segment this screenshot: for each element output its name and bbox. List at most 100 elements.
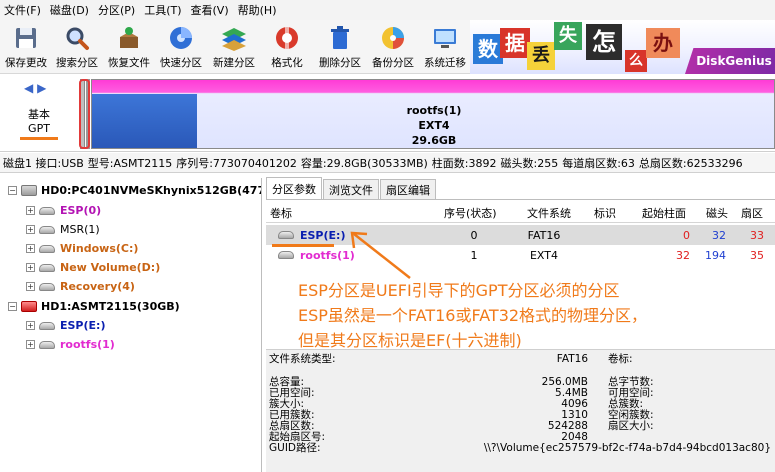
tree-disk-hd0[interactable]: − HD0:PC401NVMeSKhynix512GB(477G xyxy=(8,181,262,200)
banner-char: 数 xyxy=(473,34,503,64)
partition-table-header: 卷标 序号(状态) 文件系统 标识 起始柱面 磁头 扇区 xyxy=(266,203,775,223)
tree-partition-recovery[interactable]: + Recovery(4) xyxy=(26,277,135,296)
quick-partition-icon xyxy=(170,27,192,49)
fs-type-value: FAT16 xyxy=(556,353,588,365)
backup-partition-label: 备份分区 xyxy=(372,57,414,69)
disk-map: ◀ ▶ 基本 GPT rootfs(1) EXT4 29.6GB xyxy=(0,75,775,152)
col-header-start-cyl[interactable]: 起始柱面 xyxy=(642,203,686,223)
menu-tools[interactable]: 工具(T) xyxy=(144,2,190,18)
tree-partition-newvolume[interactable]: + New Volume(D:) xyxy=(26,258,160,277)
menu-partition[interactable]: 分区(P) xyxy=(98,2,144,18)
system-migration-button[interactable]: 系统迁移 xyxy=(419,22,471,72)
selected-partition-outline xyxy=(79,79,90,149)
expand-icon[interactable]: + xyxy=(26,225,35,234)
banner-char: 据 xyxy=(500,28,530,58)
collapse-icon[interactable]: − xyxy=(8,302,17,311)
col-header-label[interactable]: 卷标 xyxy=(270,203,292,223)
expand-icon[interactable]: + xyxy=(26,244,35,253)
save-label: 保存更改 xyxy=(5,57,47,69)
disk-heads: 磁头数:255 xyxy=(500,156,559,170)
volume-label: 卷标: xyxy=(608,353,633,365)
col-header-flag[interactable]: 标识 xyxy=(594,203,616,223)
tree-partition-windows[interactable]: + Windows(C:) xyxy=(26,239,138,258)
expand-icon[interactable]: + xyxy=(26,340,35,349)
search-partition-label: 搜索分区 xyxy=(56,57,98,69)
cell-index: 1 xyxy=(470,248,478,262)
partition-details: 文件系统类型: FAT16 卷标: 总容量: 256.0MB 总字节数: 已用空… xyxy=(266,349,775,472)
expand-icon[interactable]: + xyxy=(26,282,35,291)
delete-partition-label: 删除分区 xyxy=(319,57,361,69)
disk-navigator: ◀ ▶ 基本 GPT xyxy=(0,75,78,152)
chevron-right-icon[interactable]: ▶ xyxy=(37,81,46,95)
partition-icon xyxy=(39,263,55,272)
partition-block-rootfs[interactable]: rootfs(1) EXT4 29.6GB xyxy=(91,79,775,149)
menu-view[interactable]: 查看(V) xyxy=(191,2,238,18)
quick-partition-button[interactable]: 快速分区 xyxy=(155,22,207,72)
tab-browse-files[interactable]: 浏览文件 xyxy=(323,179,379,199)
diskgenius-logo: DiskGenius xyxy=(685,48,775,74)
save-button[interactable]: 保存更改 xyxy=(0,22,52,72)
search-partition-button[interactable]: 搜索分区 xyxy=(51,22,103,72)
guid-label: GUID路径: xyxy=(269,442,321,454)
tree-label: ESP(E:) xyxy=(60,319,106,332)
tree-label: MSR(1) xyxy=(60,223,100,236)
tree-partition-rootfs[interactable]: + rootfs(1) xyxy=(26,335,115,354)
row-icon-wrap xyxy=(278,245,299,265)
cell-flag xyxy=(589,225,623,245)
tab-sector-edit[interactable]: 扇区编辑 xyxy=(380,179,436,199)
tree-partition-esp-e[interactable]: + ESP(E:) xyxy=(26,316,105,335)
menu-bar: 文件(F) 磁盘(D) 分区(P) 工具(T) 查看(V) 帮助(H) xyxy=(0,0,775,20)
menu-disk[interactable]: 磁盘(D) xyxy=(50,2,98,18)
tab-partition-params[interactable]: 分区参数 xyxy=(266,177,322,199)
tree-label: New Volume(D:) xyxy=(60,261,161,274)
format-icon xyxy=(276,27,298,49)
disk-sectors-per-track: 每道扇区数:63 xyxy=(562,156,635,170)
banner-char: 丢 xyxy=(527,42,555,70)
cell-sector: 33 xyxy=(750,228,764,242)
expand-icon[interactable]: + xyxy=(26,321,35,330)
expand-icon[interactable]: + xyxy=(26,263,35,272)
annotation-text: ESP分区是UEFI引导下的GPT分区必须的分区 ESP虽然是一个FAT16或F… xyxy=(298,278,768,353)
tree-partition-esp0[interactable]: + ESP(0) xyxy=(26,201,101,220)
col-header-index[interactable]: 序号(状态) xyxy=(444,203,497,223)
cell-sector: 35 xyxy=(750,248,764,262)
delete-partition-button[interactable]: 删除分区 xyxy=(314,22,366,72)
backup-partition-button[interactable]: 备份分区 xyxy=(367,22,419,72)
col-header-fs[interactable]: 文件系统 xyxy=(527,203,571,223)
banner-char: 办 xyxy=(646,28,680,58)
disk-nav-arrows[interactable]: ◀ ▶ xyxy=(24,81,46,95)
partition-icon xyxy=(278,231,294,239)
new-partition-button[interactable]: 新建分区 xyxy=(208,22,260,72)
tree-label: HD0:PC401NVMeSKhynix512GB(477G xyxy=(41,184,262,197)
col-header-head[interactable]: 磁头 xyxy=(706,203,728,223)
disk-info-bar: 磁盘1 接口:USB 型号:ASMT2115 序列号:773070401202 … xyxy=(0,153,775,173)
annotation-underline xyxy=(20,137,58,140)
tree-label: Windows(C:) xyxy=(60,242,139,255)
partition-icon xyxy=(39,321,55,330)
banner-char: 怎 xyxy=(586,24,622,60)
tree-disk-hd1[interactable]: − HD1:ASMT2115(30GB) xyxy=(8,297,180,316)
format-button[interactable]: 格式化 xyxy=(261,22,313,72)
expand-icon[interactable]: + xyxy=(26,206,35,215)
menu-help[interactable]: 帮助(H) xyxy=(238,2,286,18)
promo-banner[interactable]: 数 据 丢 失 怎 么 办 DiskGenius xyxy=(470,20,775,74)
tree-partition-msr[interactable]: + MSR(1) xyxy=(26,220,100,239)
cell-fs: EXT4 xyxy=(529,248,558,262)
tree-label: Recovery(4) xyxy=(60,280,135,293)
tree-label: ESP(0) xyxy=(60,204,102,217)
fs-type-label: 文件系统类型: xyxy=(269,353,336,365)
disk-icon xyxy=(21,185,37,196)
chevron-left-icon[interactable]: ◀ xyxy=(24,81,33,95)
save-icon xyxy=(16,28,36,48)
recover-files-button[interactable]: 恢复文件 xyxy=(103,22,155,72)
brand-text: DiskGenius xyxy=(696,54,772,68)
backup-icon xyxy=(382,27,404,49)
menu-file[interactable]: 文件(F) xyxy=(4,2,50,18)
cell-head: 194 xyxy=(705,248,726,262)
recover-icon xyxy=(120,27,138,48)
new-partition-label: 新建分区 xyxy=(213,57,255,69)
disk-total-sectors: 总扇区数:62533296 xyxy=(638,156,743,170)
col-header-sector[interactable]: 扇区 xyxy=(741,203,763,223)
collapse-icon[interactable]: − xyxy=(8,186,17,195)
cell-index: 0 xyxy=(470,228,478,242)
